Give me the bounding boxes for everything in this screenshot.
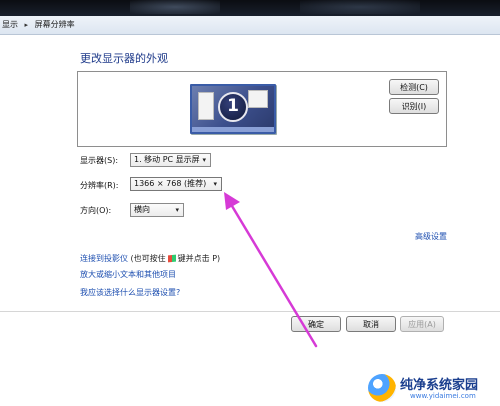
text-size-link[interactable]: 放大或缩小文本和其他项目	[80, 269, 176, 280]
window-title-bar: 显示 ▸ 屏幕分辨率	[0, 0, 500, 35]
watermark-url: www.yidaimei.com	[410, 392, 476, 400]
breadcrumb: 显示 ▸ 屏幕分辨率	[2, 19, 75, 30]
which-settings-link[interactable]: 我应该选择什么显示器设置?	[80, 287, 180, 298]
apply-button[interactable]: 应用(A)	[400, 316, 444, 332]
detect-button[interactable]: 检测(C)	[389, 79, 439, 95]
watermark-title: 纯净系统家园	[400, 378, 479, 393]
display-select-value: 1. 移动 PC 显示屏	[134, 155, 200, 164]
breadcrumb-item-display[interactable]: 显示	[2, 20, 18, 29]
page-title: 更改显示器的外观	[80, 52, 168, 65]
resolution-label: 分辨率(R):	[80, 181, 119, 190]
projector-hint-text-end: 键并点击 P)	[177, 254, 221, 263]
annotation-arrow-icon	[224, 192, 318, 348]
identify-button[interactable]: 识别(I)	[389, 98, 439, 114]
resolution-select[interactable]: 1366 × 768 (推荐) ▾	[130, 177, 222, 191]
orientation-select-value: 横向	[134, 205, 150, 214]
chevron-right-icon[interactable]: ▸	[25, 21, 29, 29]
chevron-down-icon: ▾	[213, 180, 217, 188]
projector-hint-text: (也可按住	[130, 254, 166, 263]
window-thumbnail	[248, 90, 268, 108]
chevron-down-icon: ▾	[175, 206, 179, 214]
site-logo-icon	[368, 374, 396, 402]
taskbar-thumbnail	[192, 127, 274, 132]
site-watermark: 纯净系统家园 www.yidaimei.com	[366, 372, 500, 406]
monitor-number-badge: 1	[218, 92, 248, 122]
display-select[interactable]: 1. 移动 PC 显示屏 ▾	[130, 153, 211, 167]
address-bar[interactable]: 显示 ▸ 屏幕分辨率	[0, 16, 500, 35]
advanced-settings-link[interactable]: 高级设置	[415, 231, 447, 242]
windows-logo-icon	[167, 254, 176, 263]
titlebar-glow	[300, 0, 420, 14]
window-thumbnail	[198, 92, 214, 120]
orientation-label: 方向(O):	[80, 206, 112, 215]
cancel-button[interactable]: 取消	[346, 316, 396, 332]
projector-row: 连接到投影仪 (也可按住 键并点击 P)	[80, 253, 220, 264]
chevron-down-icon: ▾	[202, 156, 206, 164]
display-label: 显示器(S):	[80, 156, 119, 165]
monitor-icon[interactable]: 1	[190, 84, 276, 134]
ok-button[interactable]: 确定	[291, 316, 341, 332]
resolution-select-value: 1366 × 768 (推荐)	[134, 179, 207, 188]
connect-projector-link[interactable]: 连接到投影仪	[80, 254, 128, 263]
titlebar-glow	[130, 0, 220, 14]
orientation-select[interactable]: 横向 ▾	[130, 203, 184, 217]
footer-divider	[0, 311, 500, 312]
breadcrumb-item-resolution[interactable]: 屏幕分辨率	[35, 20, 75, 29]
